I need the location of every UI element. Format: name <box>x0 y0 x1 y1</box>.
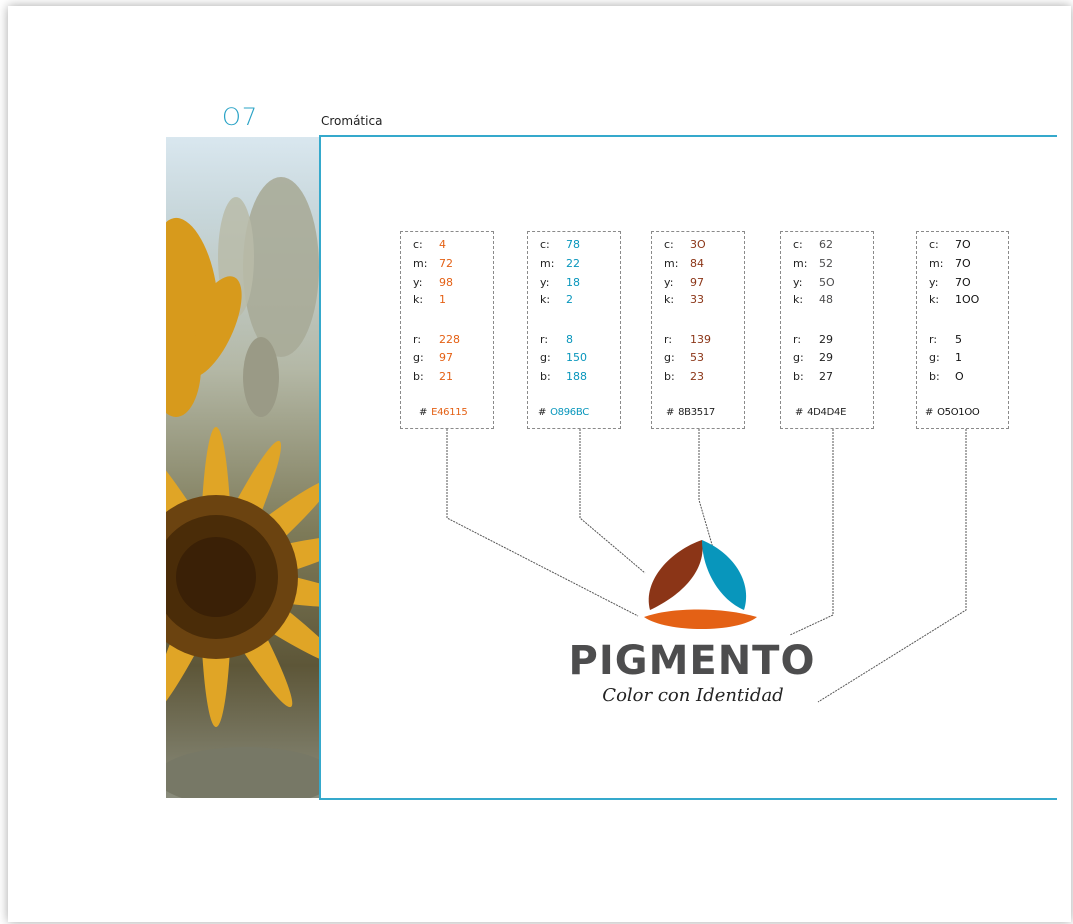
logo-tagline: Color con Identidad <box>602 685 784 706</box>
logo-petal-blue <box>702 540 747 610</box>
logo-petal-brown <box>648 540 703 610</box>
connector-brown <box>698 429 714 549</box>
logo-wordmark: PIGMENTO <box>568 638 816 684</box>
logo-petal-orange <box>644 609 757 629</box>
swatch-connectors <box>446 429 967 703</box>
